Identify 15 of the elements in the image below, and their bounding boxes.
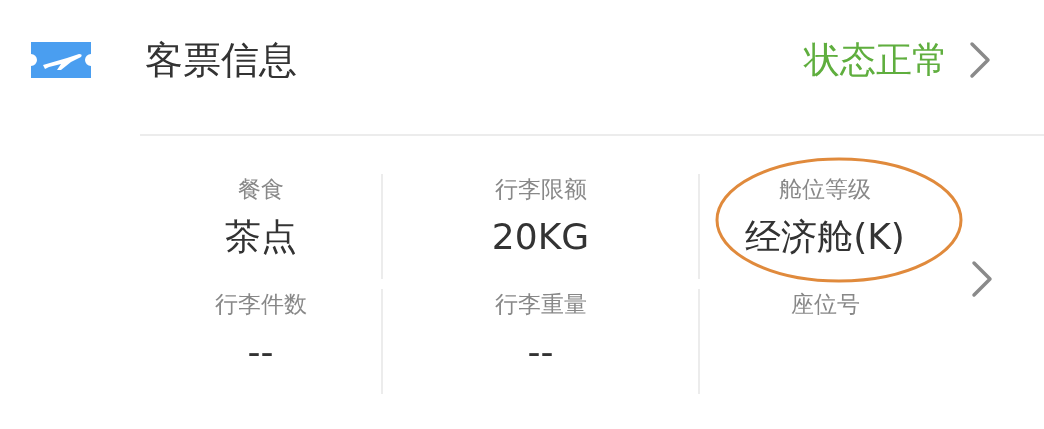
status-text[interactable]: 状态正常 bbox=[804, 33, 948, 87]
field-label: 行李限额 bbox=[494, 175, 587, 204]
chevron-right-icon bbox=[968, 40, 992, 80]
field-value: -- bbox=[247, 330, 274, 374]
field-value: 经济舱(K) bbox=[745, 215, 905, 259]
field-value: 20KG bbox=[491, 215, 590, 259]
section-title: 客票信息 bbox=[145, 36, 297, 84]
field-label: 舱位等级 bbox=[779, 175, 871, 204]
field-value: 茶点 bbox=[224, 215, 297, 259]
field-label: 行李件数 bbox=[214, 290, 307, 319]
field-label: 餐食 bbox=[237, 175, 284, 204]
chevron-right-icon bbox=[970, 259, 994, 299]
field-label: 行李重量 bbox=[494, 290, 587, 319]
field-value: -- bbox=[527, 330, 554, 374]
field-label: 座位号 bbox=[790, 290, 860, 319]
